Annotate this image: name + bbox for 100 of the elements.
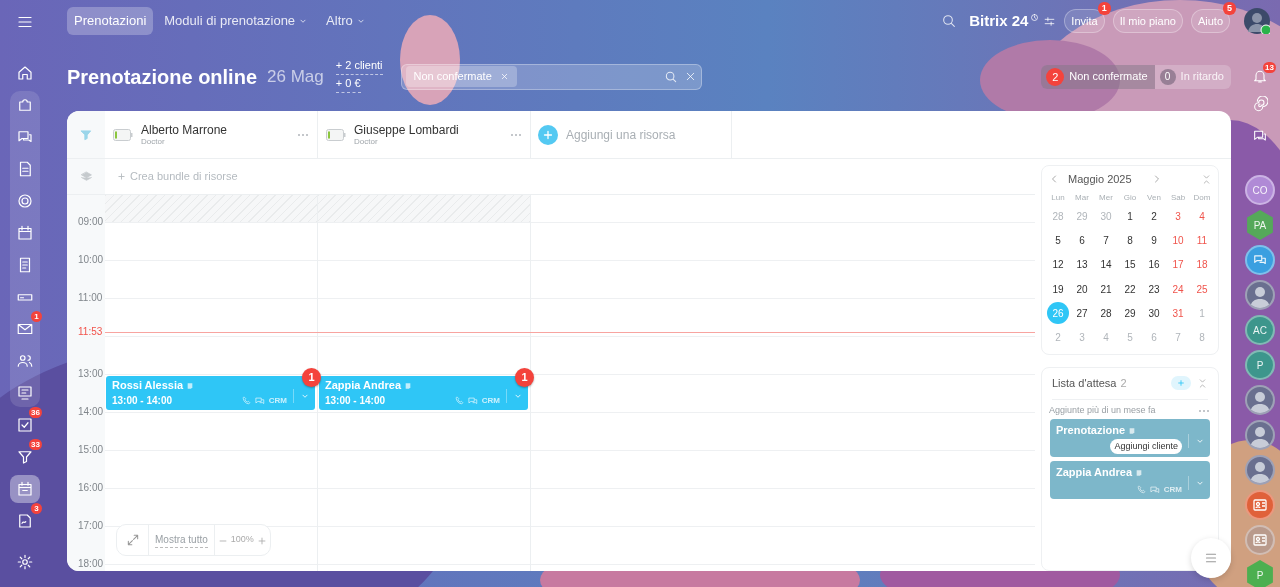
target-icon [16, 192, 34, 210]
calendar-day[interactable]: 5 [1046, 228, 1070, 253]
calendar-day[interactable]: 6 [1142, 325, 1166, 350]
collapse-button[interactable] [1201, 173, 1212, 185]
waitlist-item-title: Prenotazione [1056, 423, 1126, 439]
layers-icon [79, 170, 93, 183]
calendar-day[interactable]: 26 [1046, 301, 1070, 326]
time-label: 17:00 [78, 520, 104, 531]
expand-icon [125, 533, 140, 547]
calendar-day[interactable]: 21 [1094, 276, 1118, 302]
bell-icon [1252, 68, 1268, 84]
calendar-day[interactable]: 11 [1190, 228, 1214, 253]
client-name: Rossi Alessia [112, 378, 184, 393]
calendar-day[interactable]: 13 [1070, 252, 1094, 277]
counter-filter[interactable]: 0 In ritardo [1154, 64, 1231, 89]
stat-link[interactable]: + 2 clienti [335, 56, 383, 75]
calendar-day[interactable]: 7 [1094, 228, 1118, 253]
calendar-day[interactable]: 4 [1190, 204, 1214, 229]
more-button[interactable] [297, 132, 309, 137]
calendar-day[interactable]: 28 [1046, 204, 1070, 229]
waitlist-item[interactable]: Zappia Andrea CRM [1050, 461, 1210, 499]
nav-tab[interactable]: Moduli di prenotazione [157, 7, 316, 35]
message-icon [1149, 484, 1160, 495]
more-button[interactable] [1198, 408, 1210, 413]
board-icon [16, 384, 34, 402]
calendar-day[interactable]: 6 [1070, 228, 1094, 253]
calendar-day[interactable]: 5 [1118, 325, 1142, 350]
clock-icon [1030, 12, 1040, 22]
calendar-day[interactable]: 16 [1142, 252, 1166, 277]
create-bundle-button[interactable]: Crea bundle di risorse [105, 159, 238, 194]
calendar-day[interactable]: 22 [1118, 276, 1142, 302]
count-badge: 1 [31, 311, 42, 322]
calendar-day[interactable]: 27 [1070, 301, 1094, 326]
calendar-day[interactable]: 15 [1118, 252, 1142, 277]
time-label: 15:00 [78, 444, 104, 455]
sidebar-item[interactable] [10, 475, 40, 503]
header-button[interactable]: Il mio piano [1112, 8, 1183, 34]
calendar-day[interactable]: 18 [1190, 252, 1214, 277]
calendar-day[interactable]: 1 [1190, 301, 1214, 326]
calendar-day[interactable]: 10 [1166, 228, 1190, 253]
weekday-label: Dom [1192, 192, 1212, 204]
count-badge: 1 [515, 368, 534, 387]
calendar-day[interactable]: 8 [1118, 228, 1142, 253]
collapse-button[interactable] [1197, 377, 1208, 389]
stat-link[interactable]: + 0 € [335, 74, 361, 93]
calendar-day[interactable]: 3 [1166, 204, 1190, 229]
calendar-day[interactable]: 23 [1142, 276, 1166, 302]
add-button[interactable] [538, 124, 558, 145]
calendar-day[interactable]: 1 [1118, 204, 1142, 229]
calendar-day[interactable]: 25 [1190, 276, 1214, 302]
calendar-day[interactable]: 4 [1094, 325, 1118, 350]
calendar-day[interactable]: 29 [1118, 301, 1142, 326]
weekday-label: Gio [1122, 192, 1138, 204]
page-title: Prenotazione online [67, 64, 258, 90]
calendar-day[interactable]: 30 [1142, 301, 1166, 326]
plus-icon [117, 172, 126, 181]
calendar-day[interactable]: 29 [1070, 204, 1094, 229]
group-label: Aggiunte più di un mese fa [1049, 403, 1156, 417]
calendar-day[interactable]: 3 [1070, 325, 1094, 350]
count-badge: 33 [29, 439, 42, 450]
phone-icon [454, 396, 464, 405]
count-badge: 13 [1263, 62, 1276, 73]
people-icon [16, 352, 34, 370]
calendar-day[interactable]: 20 [1070, 276, 1094, 302]
search-icon [663, 69, 678, 84]
calendar-day[interactable]: 9 [1142, 228, 1166, 253]
calendar-day[interactable]: 14 [1094, 252, 1118, 277]
current-time-label: 11:53 [78, 325, 103, 337]
add-client-button[interactable]: Aggiungi cliente [1110, 438, 1182, 455]
more-button[interactable] [510, 132, 522, 137]
note-icon [404, 381, 412, 390]
message-icon [254, 395, 265, 406]
calendar-day[interactable]: 30 [1094, 204, 1118, 229]
calendar-day[interactable]: 2 [1046, 325, 1070, 350]
waitlist-item[interactable]: Prenotazione Aggiungi cliente [1050, 419, 1210, 458]
settings-icon [16, 553, 34, 571]
nav-tab[interactable]: Prenotazioni [67, 7, 154, 35]
weekday-label: Lun [1050, 192, 1066, 204]
calendar-day[interactable]: 17 [1166, 252, 1190, 277]
calendar-day[interactable]: 24 [1166, 276, 1190, 302]
add-resource-link[interactable]: Aggiungi una risorsa [566, 125, 676, 144]
collapse-icon [1197, 377, 1208, 389]
counter-filter[interactable]: 2 Non confermate [1041, 64, 1155, 89]
show-all-link[interactable]: Mostra tutto [155, 532, 208, 548]
calendar-day[interactable]: 12 [1046, 252, 1070, 277]
waitlist-item-title: Zappia Andrea [1056, 465, 1132, 481]
calendar-day[interactable]: 19 [1046, 276, 1070, 302]
resource-name: Alberto Marrone [141, 122, 229, 137]
calendar-day[interactable]: 7 [1166, 325, 1190, 350]
calendar-day[interactable]: 2 [1142, 204, 1166, 229]
nav-tab[interactable]: Altro [319, 7, 373, 35]
resource-name: Giuseppe Lombardi [354, 122, 460, 137]
weekday-label: Mar [1074, 192, 1090, 204]
calendar-day[interactable]: 31 [1166, 301, 1190, 326]
calendar-day[interactable]: 8 [1190, 325, 1214, 350]
calendar-day[interactable]: 28 [1094, 301, 1118, 326]
rail-button[interactable]: 13 [1246, 62, 1274, 90]
crm-label: CRM [268, 394, 287, 407]
battery-icon [326, 128, 346, 141]
search-icon[interactable] [941, 13, 958, 29]
